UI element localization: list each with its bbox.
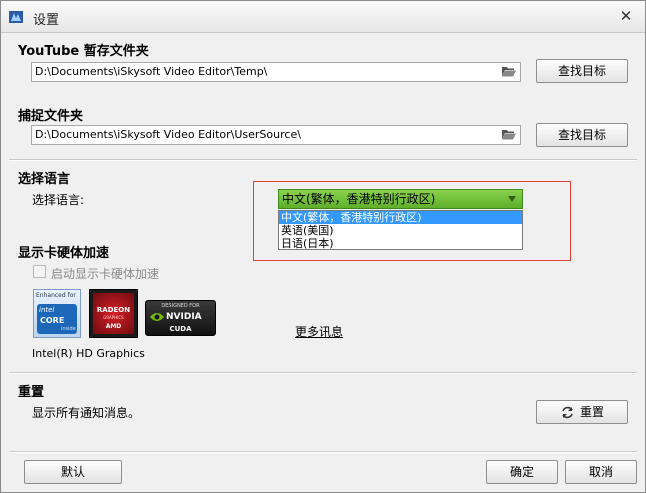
divider [9, 451, 637, 453]
cancel-button[interactable]: 取消 [565, 460, 637, 484]
divider [9, 372, 637, 374]
gpu-device-name: Intel(R) HD Graphics [32, 347, 145, 360]
intel-inside-text: inside [61, 326, 76, 332]
reset-button[interactable]: 重置 [536, 400, 628, 424]
radeon-brand: RADEON [96, 306, 131, 314]
app-logo-icon [9, 11, 23, 23]
intel-brand: intel [39, 306, 55, 314]
refresh-icon [562, 406, 573, 419]
youtube-path-text: D:\Documents\iSkysoft Video Editor\Temp\ [35, 65, 268, 78]
language-option[interactable]: 日语(日本) [279, 237, 522, 250]
intel-core-tile: intel CORE inside [37, 304, 77, 334]
nvidia-brand: NVIDIA [166, 312, 202, 322]
intel-core-text: CORE [40, 316, 65, 325]
language-select[interactable]: 中文(繁体，香港特别行政区) [278, 189, 523, 209]
ok-button[interactable]: 确定 [486, 460, 558, 484]
capture-path-field[interactable]: D:\Documents\iSkysoft Video Editor\UserS… [31, 125, 521, 145]
language-section-title: 选择语言 [18, 172, 71, 187]
window-title: 设置 [33, 13, 60, 28]
capture-browse-button[interactable]: 查找目标 [536, 123, 628, 147]
capture-path-text: D:\Documents\iSkysoft Video Editor\UserS… [35, 128, 301, 141]
intel-badge-top: Enhanced for [36, 292, 76, 299]
folder-open-icon[interactable] [502, 129, 516, 140]
chevron-down-icon[interactable] [508, 196, 516, 202]
divider [9, 159, 637, 161]
youtube-section-title: YouTube 暂存文件夹 [18, 44, 149, 59]
amd-badge-tile: RADEON GRAPHICS AMD [93, 293, 134, 334]
gpu-acceleration-checkbox[interactable] [33, 265, 46, 278]
close-icon: ✕ [619, 7, 633, 25]
cuda-text: CUDA [169, 325, 192, 333]
more-info-link[interactable]: 更多讯息 [295, 323, 343, 340]
folder-open-icon[interactable] [502, 66, 516, 77]
radeon-sub: GRAPHICS [103, 315, 124, 320]
reset-description: 显示所有通知消息。 [32, 406, 141, 420]
gpu-checkbox-label: 启动显示卡硬体加速 [51, 267, 160, 281]
title-bar: 设置 ✕ [1, 1, 645, 33]
language-selected-value: 中文(繁体，香港特别行政区) [282, 192, 436, 206]
reset-section-title: 重置 [18, 385, 45, 400]
capture-section-title: 捕捉文件夹 [18, 109, 84, 124]
settings-window: 设置 ✕ YouTube 暂存文件夹 D:\Documents\iSkysoft… [0, 0, 646, 493]
language-dropdown-list: 中文(繁体，香港特别行政区) 英语(美国) 日语(日本) [278, 210, 523, 250]
language-field-label: 选择语言: [32, 193, 85, 207]
close-button[interactable]: ✕ [617, 7, 635, 25]
nvidia-eye-icon [150, 313, 164, 321]
language-option[interactable]: 中文(繁体，香港特别行政区) [279, 211, 522, 224]
youtube-browse-button[interactable]: 查找目标 [536, 59, 628, 83]
nvidia-cuda-badge: DESIGNED FOR NVIDIA CUDA [145, 300, 216, 336]
amd-radeon-badge: RADEON GRAPHICS AMD [89, 289, 138, 338]
nvidia-badge-top: DESIGNED FOR [161, 303, 200, 309]
gpu-section-title: 显示卡硬体加速 [18, 246, 110, 261]
reset-button-label: 重置 [580, 405, 605, 419]
amd-vendor: AMD [105, 323, 122, 330]
youtube-path-field[interactable]: D:\Documents\iSkysoft Video Editor\Temp\ [31, 62, 521, 82]
language-option[interactable]: 英语(美国) [279, 224, 522, 237]
intel-badge: Enhanced for intel CORE inside [33, 289, 81, 338]
default-button[interactable]: 默认 [24, 460, 122, 484]
